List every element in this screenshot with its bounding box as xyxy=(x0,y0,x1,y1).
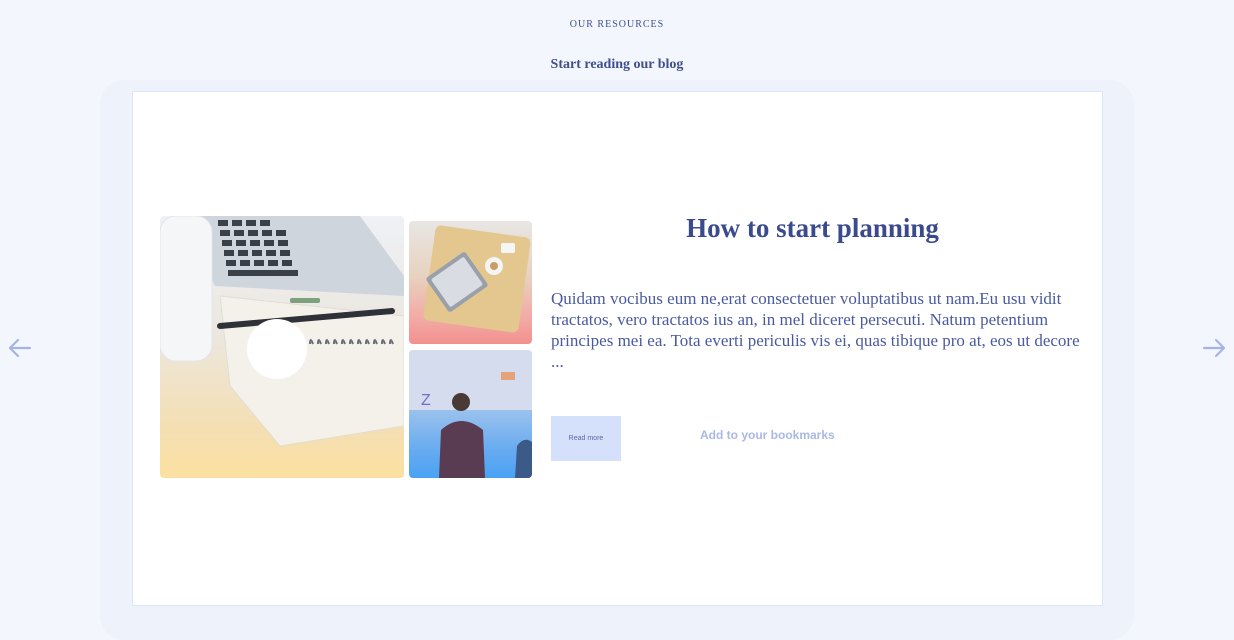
arrow-left-icon xyxy=(8,338,32,358)
laptop-on-tray-photo xyxy=(423,225,531,333)
svg-text:Z: Z xyxy=(421,392,431,409)
carousel-prev-button[interactable] xyxy=(5,333,35,363)
post-excerpt: Quidam vocibus eum ne,erat consectetuer … xyxy=(551,289,1080,371)
section-label: OUR RESOURCES xyxy=(569,19,665,30)
add-bookmark-link[interactable]: Add to your bookmarks xyxy=(700,428,835,442)
section-title: Start reading our blog xyxy=(550,57,684,72)
arrow-right-icon xyxy=(1202,338,1226,358)
post-image-bottom[interactable]: Z xyxy=(409,350,532,478)
play-button[interactable] xyxy=(247,319,307,379)
carousel-next-button[interactable] xyxy=(1199,333,1229,363)
post-image-top[interactable] xyxy=(409,221,532,344)
post-title[interactable]: How to start planning xyxy=(551,213,1074,244)
people-at-whiteboard-photo: Z xyxy=(409,350,532,478)
read-more-button[interactable]: Read more xyxy=(551,416,621,461)
